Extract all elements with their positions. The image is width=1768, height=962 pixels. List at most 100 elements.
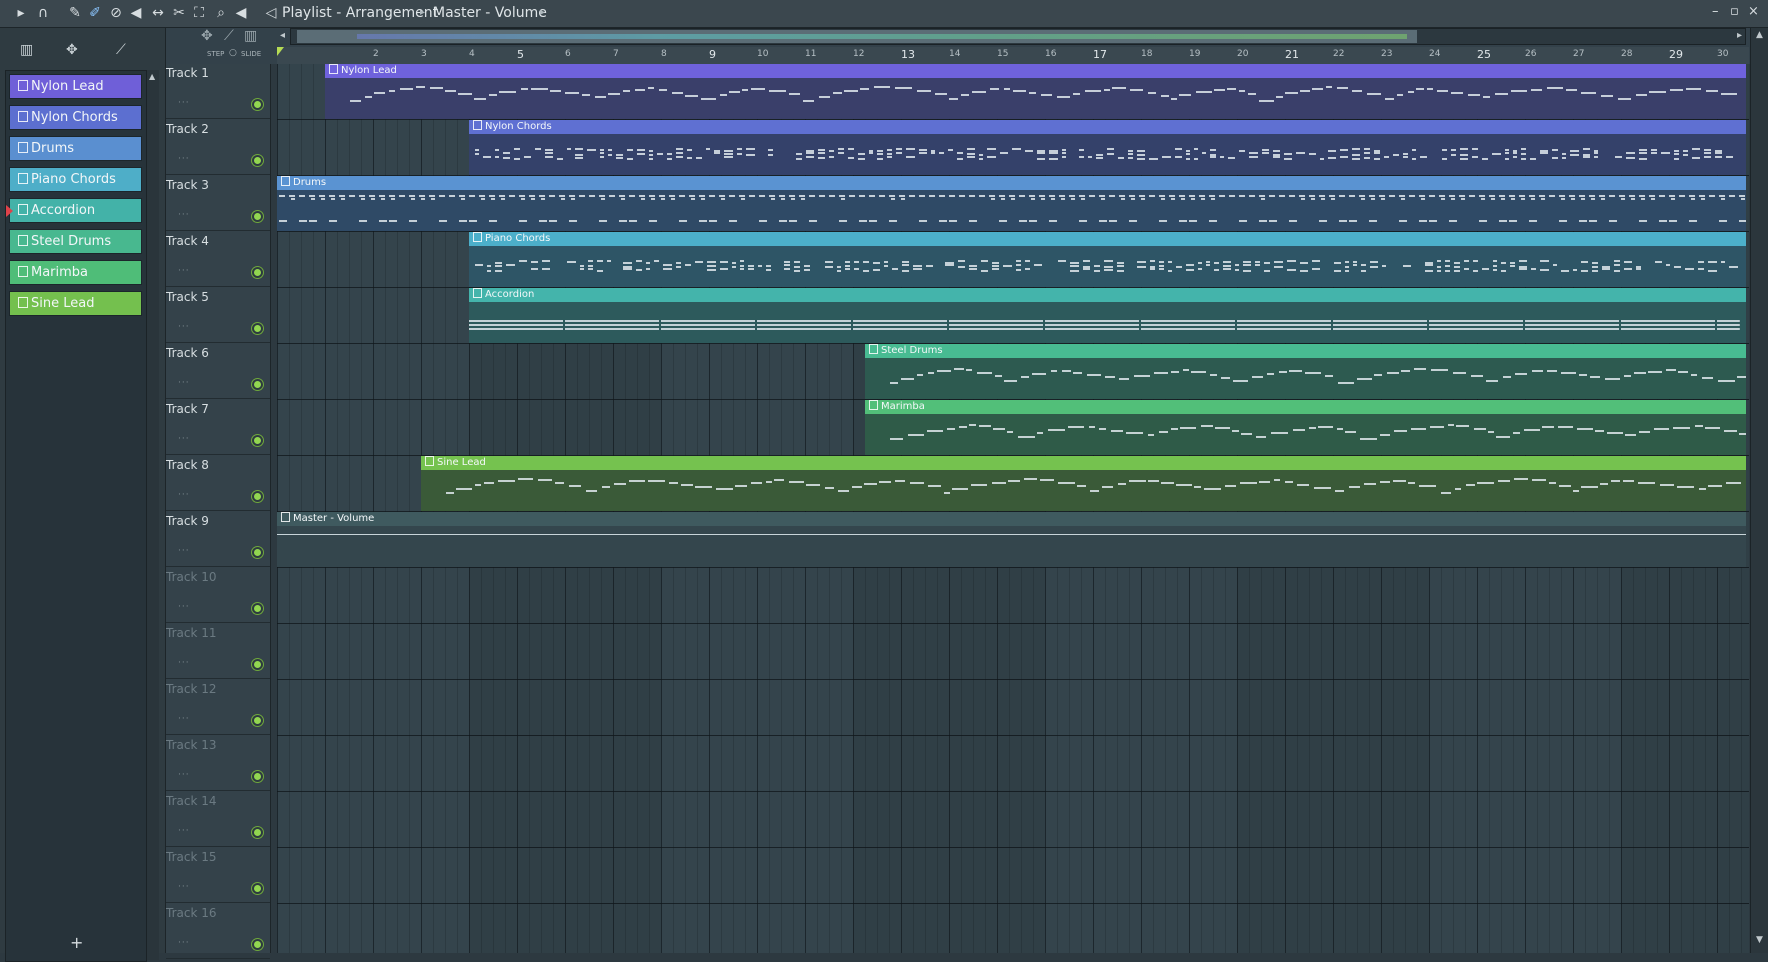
track-grip-icon[interactable]: ··· <box>178 882 190 892</box>
magnet-icon[interactable]: ∩ <box>34 4 52 22</box>
step-toggle[interactable]: ○ <box>229 48 237 58</box>
scroll-up-icon[interactable]: ▲ <box>149 72 155 81</box>
track-mute-led-icon[interactable] <box>254 829 261 836</box>
track-header[interactable]: Track 14 ··· <box>166 792 270 847</box>
automation-line[interactable] <box>277 534 1746 535</box>
clip-header[interactable]: Drums <box>277 176 1746 190</box>
add-pattern-button[interactable]: + <box>70 933 83 952</box>
clip-header[interactable]: Master - Volume <box>277 512 1746 526</box>
track-mute-led-icon[interactable] <box>254 605 261 612</box>
track-mute-led-icon[interactable] <box>254 157 261 164</box>
playback-icon[interactable]: ◀ <box>232 4 250 22</box>
select-icon[interactable]: ⛶ <box>190 4 208 22</box>
track-grip-icon[interactable]: ··· <box>178 714 190 724</box>
playlist-grid[interactable]: Nylon Lead Nylon Chords Drums Piano Chords A… <box>277 64 1749 953</box>
pattern-item[interactable]: Nylon Chords <box>9 105 142 130</box>
track-mute-led-icon[interactable] <box>254 717 261 724</box>
delete-icon[interactable]: ⊘ <box>107 4 125 22</box>
track-header[interactable]: Track 4 ··· <box>166 232 270 287</box>
track-mute-led-icon[interactable] <box>254 941 261 948</box>
pattern-clip[interactable]: Piano Chords <box>469 232 1746 287</box>
clip-header[interactable]: Marimba <box>865 400 1746 414</box>
step-icon[interactable]: ✥ <box>66 42 78 58</box>
pattern-clip[interactable]: Accordion <box>469 288 1746 343</box>
track-header[interactable]: Track 1 ··· <box>166 64 270 119</box>
pattern-item[interactable]: Sine Lead <box>9 291 142 316</box>
track-grip-icon[interactable]: ··· <box>178 210 190 220</box>
pattern-item[interactable]: Steel Drums <box>9 229 142 254</box>
clip-header[interactable]: Nylon Chords <box>469 120 1746 134</box>
browser-scrollbar[interactable]: ▲ <box>146 70 159 960</box>
track-grip-icon[interactable]: ··· <box>178 602 190 612</box>
play-arrow-icon[interactable]: ▸ <box>12 4 30 22</box>
minimize-icon[interactable]: – <box>1712 4 1719 19</box>
track-grip-icon[interactable]: ··· <box>178 770 190 780</box>
track-mute-led-icon[interactable] <box>254 269 261 276</box>
track-header[interactable]: Track 2 ··· <box>166 120 270 175</box>
zoom-icon[interactable]: ⌕ <box>212 4 230 22</box>
pattern-clip[interactable]: Drums <box>277 176 1746 231</box>
track-grip-icon[interactable]: ··· <box>178 322 190 332</box>
track-header[interactable]: Track 7 ··· <box>166 400 270 455</box>
pattern-clip[interactable]: Nylon Lead <box>325 64 1746 119</box>
timeline-ruler[interactable]: 2 3 4 5 6 7 8 9 10 11 12 13 14 15 16 17 18 19 20 21 22 23 24 25… <box>277 47 1768 65</box>
track-mute-led-icon[interactable] <box>254 493 261 500</box>
track-mute-led-icon[interactable] <box>254 101 261 108</box>
mute-icon[interactable]: ◀ <box>127 4 145 22</box>
track-grip-icon[interactable]: ··· <box>178 98 190 108</box>
slice-icon[interactable]: ✂ <box>170 4 188 22</box>
maximize-icon[interactable]: ▫ <box>1730 4 1739 19</box>
track-header[interactable]: Track 13 ··· <box>166 736 270 791</box>
track-header[interactable]: Track 5 ··· <box>166 288 270 343</box>
pattern-clip[interactable]: Sine Lead <box>421 456 1746 511</box>
speaker-icon[interactable]: ◁ <box>262 4 280 22</box>
track-header[interactable]: Track 12 ··· <box>166 680 270 735</box>
pattern-clip[interactable]: Master - Volume <box>277 512 1746 567</box>
track-grip-icon[interactable]: ··· <box>178 490 190 500</box>
clip-header[interactable]: Nylon Lead <box>325 64 1746 78</box>
paint-brush-icon[interactable]: ✐ <box>86 4 104 22</box>
track-grip-icon[interactable]: ··· <box>178 434 190 444</box>
track-grip-icon[interactable]: ··· <box>178 154 190 164</box>
track-mute-led-icon[interactable] <box>254 437 261 444</box>
slide-label[interactable]: SLIDE <box>241 50 261 58</box>
breadcrumb-master-volume[interactable]: Master - Volume <box>433 5 547 21</box>
track-mute-led-icon[interactable] <box>254 549 261 556</box>
clip-header[interactable]: Steel Drums <box>865 344 1746 358</box>
pattern-clip[interactable]: Nylon Chords <box>469 120 1746 175</box>
track-grip-icon[interactable]: ··· <box>178 266 190 276</box>
track-grip-icon[interactable]: ··· <box>178 546 190 556</box>
horizontal-overview-scrollbar[interactable] <box>290 28 1746 45</box>
clip-header[interactable]: Sine Lead <box>421 456 1746 470</box>
pattern-item[interactable]: Piano Chords <box>9 167 142 192</box>
clip-header[interactable]: Piano Chords <box>469 232 1746 246</box>
scroll-left-icon[interactable]: ◂ <box>280 30 285 41</box>
track-mute-led-icon[interactable] <box>254 661 261 668</box>
breadcrumb-playlist[interactable]: Playlist - Arrangement <box>282 5 438 21</box>
track-grip-icon[interactable]: ··· <box>178 938 190 948</box>
step-label[interactable]: STEP <box>207 50 224 58</box>
track-header[interactable]: Track 10 ··· <box>166 568 270 623</box>
automation-icon[interactable]: ⟋ <box>224 28 234 44</box>
crossfade-icon[interactable]: ✥ <box>201 28 213 44</box>
scroll-up-icon[interactable]: ▲ <box>1756 30 1763 40</box>
track-mute-led-icon[interactable] <box>254 885 261 892</box>
scroll-right-icon[interactable]: ▸ <box>1737 30 1742 41</box>
close-icon[interactable]: × <box>1748 4 1759 19</box>
clip-header[interactable]: Accordion <box>469 288 1746 302</box>
scroll-down-icon[interactable]: ▼ <box>1756 935 1763 945</box>
pattern-item[interactable]: Accordion <box>6 198 142 223</box>
pattern-clip[interactable]: Steel Drums <box>865 344 1746 399</box>
track-grip-icon[interactable]: ··· <box>178 826 190 836</box>
track-header[interactable]: Track 6 ··· <box>166 344 270 399</box>
piano-roll-icon[interactable]: ▥ <box>20 42 33 58</box>
pattern-clip[interactable]: Marimba <box>865 400 1746 455</box>
slip-icon[interactable]: ↔ <box>149 4 167 22</box>
track-header[interactable]: Track 3 ··· <box>166 176 270 231</box>
track-header[interactable]: Track 16 ··· <box>166 904 270 959</box>
track-grip-icon[interactable]: ··· <box>178 658 190 668</box>
track-header[interactable]: Track 15 ··· <box>166 848 270 903</box>
track-grip-icon[interactable]: ··· <box>178 378 190 388</box>
playhead-marker-icon[interactable] <box>277 47 284 56</box>
pattern-item[interactable]: Drums <box>9 136 142 161</box>
